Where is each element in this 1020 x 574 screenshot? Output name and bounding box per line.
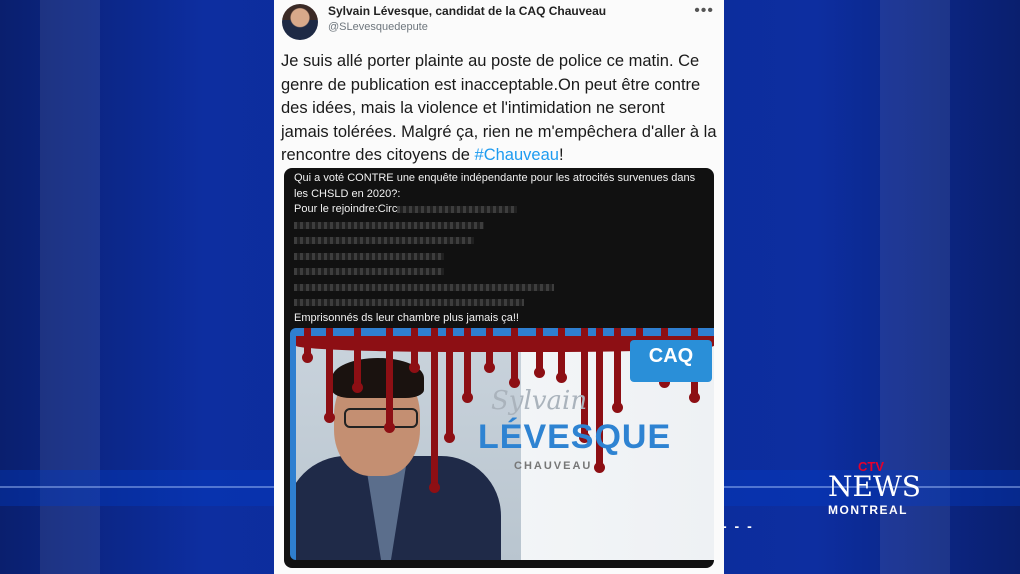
blood-drip (409, 328, 420, 373)
city-label: MONTREAL (828, 503, 908, 517)
background-line (0, 486, 274, 488)
media-line: Pour le rejoindre:Circ (294, 202, 704, 218)
blood-drip (484, 328, 495, 373)
blood-drip (429, 328, 440, 493)
broadcast-dashes: - - - (722, 518, 754, 534)
blood-drip (352, 328, 363, 393)
media-line-text: Pour le rejoindre:Circ (294, 203, 398, 215)
media-line: Emprisonnés ds leur chambre plus jamais … (294, 311, 519, 324)
redaction-scribble (294, 280, 704, 296)
blood-drip (384, 328, 395, 433)
blood-drip (556, 328, 567, 383)
author-name[interactable]: Sylvain Lévesque, candidat de la CAQ Cha… (328, 4, 606, 18)
tweet-card: Sylvain Lévesque, candidat de la CAQ Cha… (274, 0, 724, 574)
tweet-media-image[interactable]: Qui a voté CONTRE une enquête indépendan… (284, 168, 714, 568)
campaign-poster: Sylvain LÉVESQUE CHAUVEAU CAQ (290, 328, 714, 560)
redaction-scribble (294, 295, 704, 311)
caq-logo: CAQ (630, 340, 712, 382)
author-handle[interactable]: @SLevesquedepute (328, 21, 428, 33)
blood-drip (302, 328, 313, 363)
avatar[interactable] (282, 4, 318, 40)
glasses (344, 408, 418, 428)
poster-signature: Sylvain (491, 386, 588, 416)
poster-riding: CHAUVEAU (514, 460, 593, 472)
blood-drip (324, 328, 335, 423)
hashtag-link[interactable]: #Chauveau (475, 146, 559, 164)
more-horizontal-icon[interactable]: ••• (694, 2, 714, 20)
redaction-scribble (294, 249, 704, 265)
caq-logo-text: CAQ (648, 345, 694, 367)
redaction-scribble (397, 205, 518, 213)
poster-name: LÉVESQUE (478, 418, 672, 456)
redaction-scribble (294, 218, 704, 234)
blood-drip (509, 328, 520, 388)
news-logo-text: NEWS (828, 470, 921, 503)
caq-logo-tagline (630, 372, 712, 380)
tweet-end: ! (558, 146, 564, 164)
redaction-scribble (294, 233, 704, 249)
blood-drip (534, 328, 545, 378)
redaction-scribble (294, 264, 704, 280)
tweet-text: Je suis allé porter plainte au poste de … (281, 50, 717, 168)
media-caption: Qui a voté CONTRE une enquête indépendan… (294, 171, 704, 326)
blood-drip (462, 328, 473, 403)
blood-drip (612, 328, 623, 413)
blood-drip (444, 328, 455, 443)
media-line: Qui a voté CONTRE une enquête indépendan… (294, 172, 696, 200)
